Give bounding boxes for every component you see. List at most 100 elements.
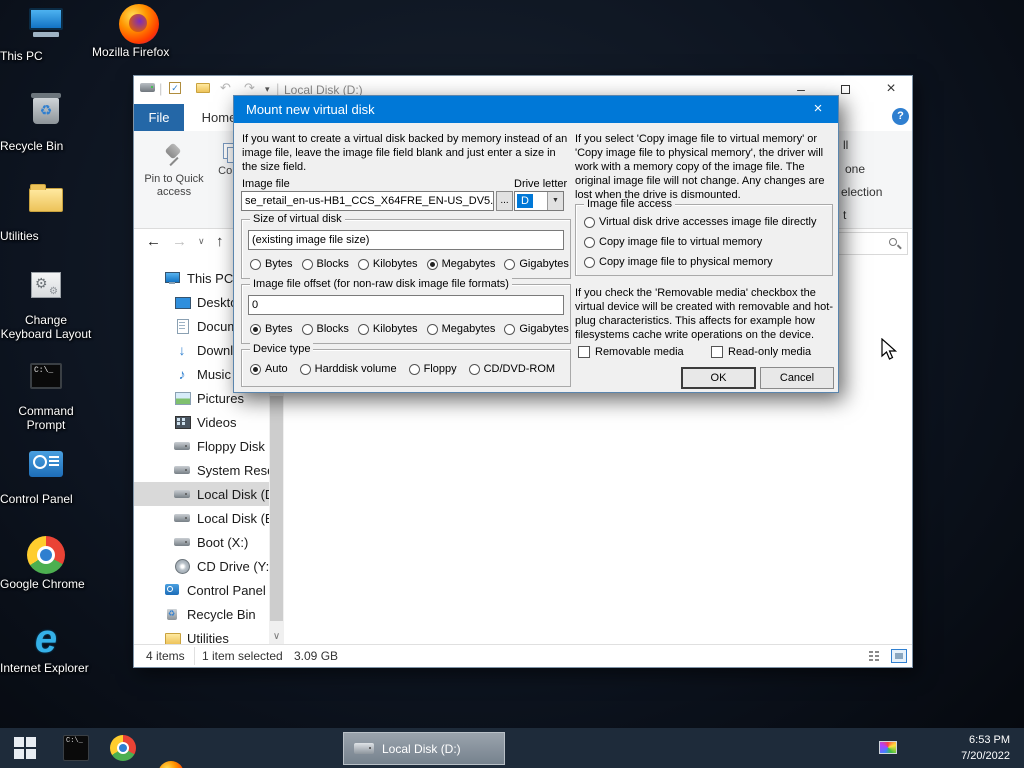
desktop-icon-this-pc[interactable]: This PC (0, 6, 92, 63)
ok-button[interactable]: OK (681, 367, 756, 389)
divider (194, 647, 195, 665)
desktop-icon-recycle-bin[interactable]: ♻ Recycle Bin (0, 92, 92, 153)
nav-item-local-disk-e[interactable]: Local Disk (E:) (134, 506, 269, 530)
drive-letter-value: D (517, 194, 533, 208)
clock-time: 6:53 PM (969, 734, 1010, 746)
tab-file[interactable]: File (134, 104, 184, 131)
control-panel-icon (27, 451, 65, 489)
radio-size-blocks[interactable]: Blocks (301, 258, 349, 270)
nav-item-cd-drive-y[interactable]: CD Drive (Y:) H (134, 554, 269, 578)
access-group-title: Image file access (584, 198, 675, 210)
properties-icon[interactable]: ✓ (169, 82, 181, 94)
selection-size: 3.09 GB (294, 649, 339, 663)
radio-offset-megabytes[interactable]: Megabytes (426, 323, 495, 335)
drive-icon (174, 534, 190, 550)
radio-device-floppy[interactable]: Floppy (408, 363, 457, 375)
nav-item-local-disk-d[interactable]: Local Disk (D:) (134, 482, 269, 506)
redo-icon[interactable]: ↷ (244, 81, 255, 94)
recycle-bin-icon: ♻ (27, 93, 65, 136)
taskbar-command-prompt-icon[interactable]: C:\_ (63, 735, 89, 761)
back-icon[interactable]: ← (146, 233, 161, 250)
radio-device-cdrom[interactable]: CD/DVD-ROM (468, 363, 555, 375)
scrollbar-thumb[interactable] (270, 396, 283, 621)
nav-item-control-panel[interactable]: Control Panel (134, 578, 269, 602)
clock-date: 7/20/2022 (961, 750, 1010, 762)
radio-size-kilobytes[interactable]: Kilobytes (357, 258, 418, 270)
details-view-icon[interactable] (867, 649, 883, 663)
qat-customize-icon[interactable]: ▾ (265, 84, 270, 95)
firefox-icon (119, 4, 159, 44)
close-button[interactable]: × (874, 76, 908, 104)
desktop-icon-label: Mozilla Firefox (92, 45, 170, 59)
drive-icon (354, 743, 374, 754)
desktop-icon-command-prompt[interactable]: C:\_ Command Prompt (0, 358, 92, 432)
ribbon-partial-select-all[interactable]: ll (843, 138, 848, 152)
desktop-icon-change-keyboard-layout[interactable]: ⚙ ⚙ Change Keyboard Layout (0, 268, 92, 341)
drive-icon (174, 462, 190, 478)
mount-virtual-disk-dialog: Mount new virtual disk × If you want to … (233, 95, 839, 393)
dialog-close-icon[interactable]: × (798, 96, 838, 123)
status-bar: 4 items 1 item selected 3.09 GB (134, 644, 912, 667)
recent-locations-icon[interactable]: ∨ (198, 236, 205, 247)
radio-size-megabytes[interactable]: Megabytes (426, 258, 495, 270)
radio-offset-gigabytes[interactable]: Gigabytes (504, 323, 569, 335)
item-count: 4 items (146, 649, 185, 663)
taskbar-clock[interactable]: 6:53 PM 7/20/2022 (961, 732, 1010, 764)
cancel-button[interactable]: Cancel (760, 367, 834, 389)
window-drive-icon (140, 83, 155, 92)
radio-device-harddisk[interactable]: Harddisk volume (299, 363, 397, 375)
taskbar-app-local-disk-d[interactable]: Local Disk (D:) (343, 732, 505, 765)
new-folder-icon[interactable] (196, 83, 210, 93)
radio-device-auto[interactable]: Auto (250, 363, 288, 375)
radio-access-physical-memory[interactable]: Copy image file to physical memory (584, 256, 773, 268)
desktop-icon-internet-explorer[interactable]: e Internet Explorer (0, 617, 92, 675)
drive-letter-combo[interactable]: D ▼ (514, 191, 564, 211)
radio-access-direct[interactable]: Virtual disk drive accesses image file d… (584, 216, 816, 228)
image-file-input[interactable]: se_retail_en-us-HB1_CCS_X64FRE_EN-US_DV5… (241, 191, 494, 211)
music-icon: ♪ (178, 366, 186, 382)
pin-to-quick-access-button[interactable]: Pin to Quick access (138, 142, 210, 199)
taskbar-chrome-icon[interactable] (110, 735, 136, 761)
taskbar-firefox-icon[interactable] (158, 761, 184, 768)
nav-item-recycle-bin[interactable]: Recycle Bin (134, 602, 269, 626)
nav-item-floppy-drive[interactable]: Floppy Disk Dri (134, 434, 269, 458)
ribbon-partial-invert-selection[interactable]: election (841, 185, 882, 199)
nav-item-videos[interactable]: Videos (134, 410, 269, 434)
undo-icon[interactable]: ↶ (220, 81, 231, 94)
nav-item-system-reserved[interactable]: System Reserve (134, 458, 269, 482)
radio-size-bytes[interactable]: Bytes (250, 258, 293, 270)
removable-media-checkbox[interactable]: Removable media (578, 346, 684, 358)
radio-size-gigabytes[interactable]: Gigabytes (504, 258, 569, 270)
radio-offset-bytes[interactable]: Bytes (250, 323, 293, 335)
nav-item-boot-x[interactable]: Boot (X:) (134, 530, 269, 554)
forward-icon[interactable]: → (172, 233, 187, 250)
display-color-icon[interactable] (879, 741, 897, 754)
offset-group-title: Image file offset (for non-raw disk imag… (250, 278, 512, 290)
start-button[interactable] (12, 735, 38, 761)
up-icon[interactable]: ↑ (216, 233, 224, 250)
offset-input[interactable]: 0 (248, 295, 564, 315)
large-icons-view-icon[interactable] (891, 649, 907, 663)
desktop-icon-google-chrome[interactable]: Google Chrome (0, 534, 92, 591)
help-icon[interactable]: ? (892, 108, 909, 125)
radio-offset-kilobytes[interactable]: Kilobytes (357, 323, 418, 335)
desktop-icon-utilities[interactable]: Utilities (0, 180, 92, 243)
dialog-title[interactable]: Mount new virtual disk (234, 96, 838, 123)
desktop-icon-label: Control Panel (0, 492, 73, 506)
size-input[interactable]: (existing image file size) (248, 230, 564, 250)
browse-button[interactable]: ... (496, 191, 513, 211)
scroll-down-icon[interactable]: ∨ (269, 631, 284, 642)
radio-access-virtual-memory[interactable]: Copy image file to virtual memory (584, 236, 762, 248)
dialog-memory-note: If you select 'Copy image file to virtua… (575, 133, 825, 201)
radio-offset-blocks[interactable]: Blocks (301, 323, 349, 335)
desktop-icon-control-panel[interactable]: Control Panel (0, 446, 92, 506)
taskbar-app-label: Local Disk (D:) (382, 741, 461, 756)
ribbon-partial-select-none[interactable]: one (845, 162, 865, 176)
windows-logo-icon (14, 737, 36, 759)
combo-arrow-icon[interactable]: ▼ (547, 192, 563, 210)
internet-explorer-icon: e (34, 617, 58, 661)
drive-icon (174, 486, 190, 502)
desktop-icon-firefox[interactable]: Mozilla Firefox (92, 4, 184, 59)
folder-icon (27, 184, 65, 226)
readonly-media-checkbox[interactable]: Read-only media (711, 346, 811, 358)
